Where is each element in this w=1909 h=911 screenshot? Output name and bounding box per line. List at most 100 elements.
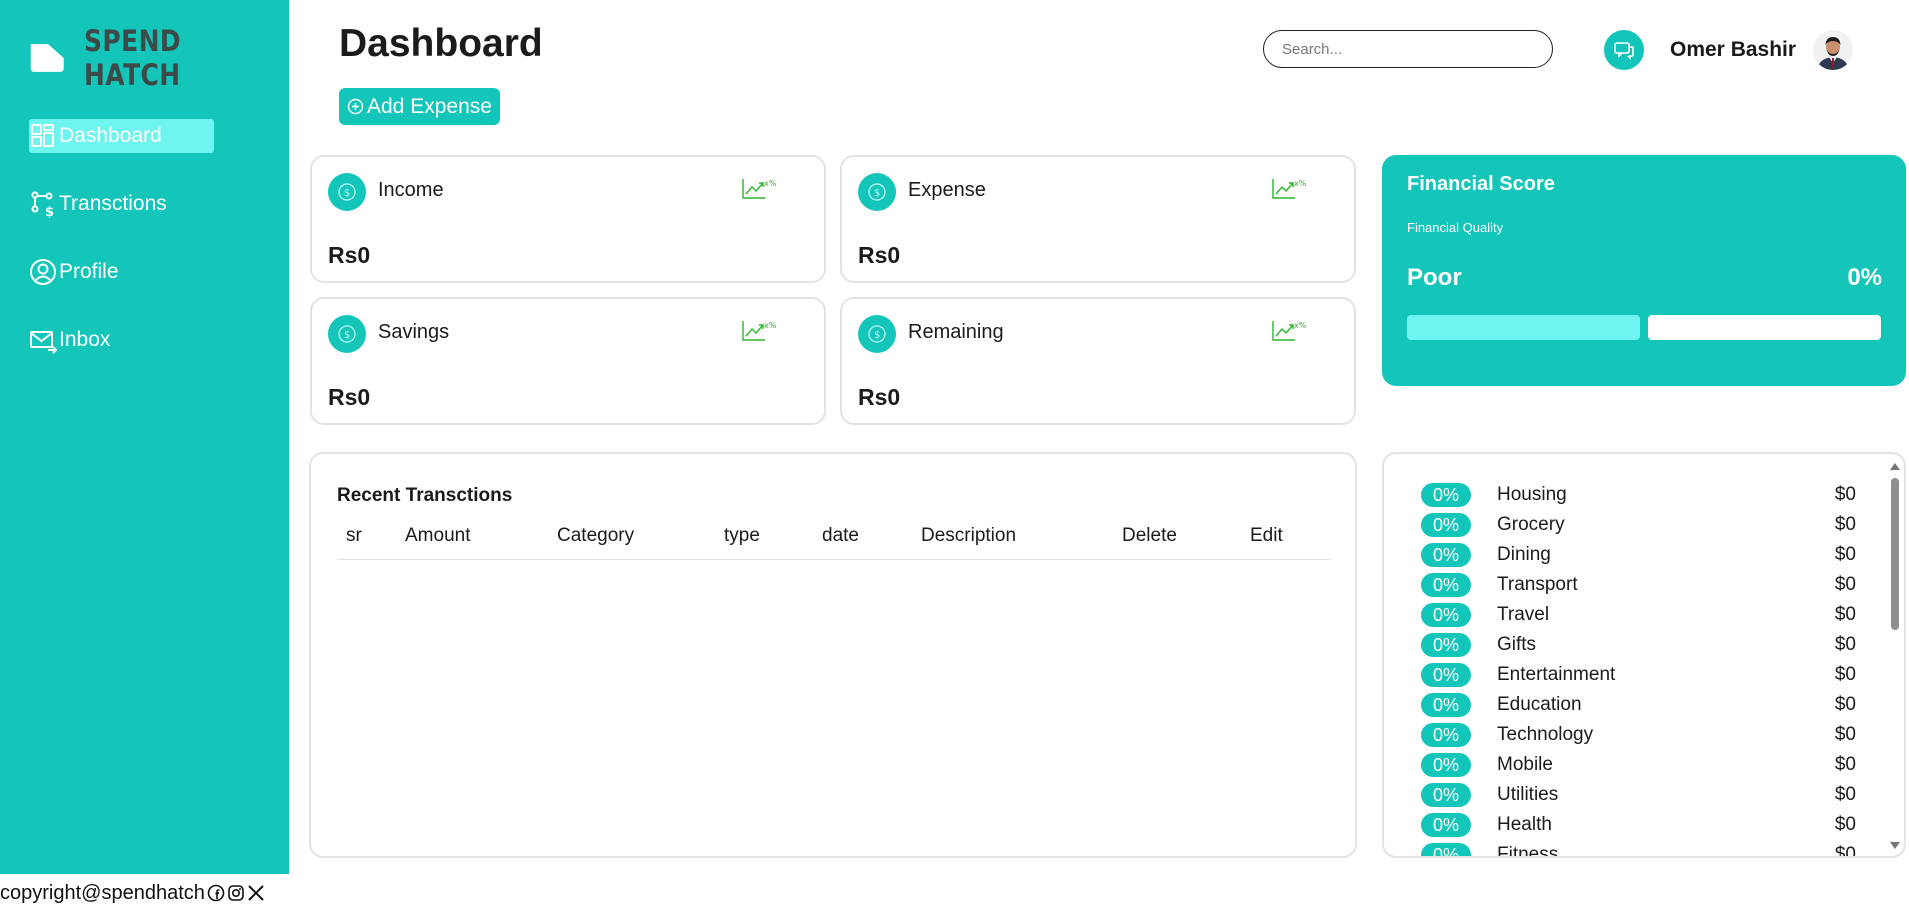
copyright-text: copyright@spendhatch (0, 881, 205, 904)
trend-label: x% (764, 179, 777, 188)
inbox-icon (30, 331, 57, 354)
svg-text:$: $ (344, 188, 350, 199)
expense-icon: $ (858, 173, 896, 211)
category-percent-badge: 0% (1421, 513, 1471, 537)
sidebar-item-label: Inbox (59, 328, 111, 351)
category-percent-badge: 0% (1421, 753, 1471, 777)
trending-up-icon: x% (1272, 321, 1307, 341)
category-row: 0% Grocery $0 (1421, 513, 1856, 537)
category-amount: $0 (1834, 574, 1856, 595)
category-name: Mobile (1497, 754, 1553, 775)
category-name: Education (1497, 694, 1582, 715)
category-amount: $0 (1834, 694, 1856, 715)
user-avatar-image (1813, 30, 1853, 70)
category-row: 0% Dining $0 (1421, 543, 1856, 567)
category-row: 0% Entertainment $0 (1421, 663, 1856, 687)
category-amount: $0 (1834, 814, 1856, 835)
trend-label: x% (1294, 321, 1307, 330)
card-value: Rs0 (858, 242, 901, 268)
scroll-up-arrow[interactable] (1890, 463, 1900, 470)
facebook-icon[interactable] (207, 884, 225, 902)
category-percent-badge: 0% (1421, 693, 1471, 717)
messages-button[interactable] (1604, 30, 1644, 70)
category-row: 0% Technology $0 (1421, 723, 1856, 747)
sidebar-item-inbox[interactable]: Inbox (29, 323, 214, 357)
category-name: Travel (1497, 604, 1550, 625)
category-amount: $0 (1834, 604, 1856, 625)
trend-label: x% (1294, 179, 1307, 188)
financial-score-card: Financial Score Financial Quality Poor 0… (1382, 155, 1906, 386)
savings-icon: $ (328, 315, 366, 353)
column-header-type: type (724, 525, 760, 546)
footer: copyright@spendhatch (0, 878, 265, 908)
category-amount: $0 (1834, 784, 1856, 805)
sidebar-item-profile[interactable]: Profile (29, 255, 214, 289)
column-header-category: Category (557, 525, 635, 546)
category-row: 0% Education $0 (1421, 693, 1856, 717)
column-header-amount: Amount (405, 525, 471, 546)
card-label: Savings (378, 321, 450, 343)
category-row: 0% Gifts $0 (1421, 633, 1856, 657)
category-row: 0% Fitness $0 (1421, 843, 1856, 858)
add-expense-button[interactable]: Add Expense (339, 88, 500, 125)
category-amount: $0 (1834, 664, 1856, 685)
category-breakdown-panel[interactable]: 0% Housing $0 0% Grocery $0 0% Dining $0… (1382, 452, 1906, 858)
plus-circle-icon (347, 98, 364, 115)
transactions-table-header: sr Amount Category type date Description… (337, 523, 1331, 560)
scroll-down-arrow[interactable] (1890, 842, 1900, 849)
search-input[interactable] (1263, 30, 1553, 68)
category-name: Housing (1497, 484, 1567, 505)
trend-label: x% (764, 321, 777, 330)
financial-quality-label: Financial Quality (1407, 220, 1504, 235)
category-name: Utilities (1497, 784, 1559, 805)
score-bar-segment (1648, 315, 1881, 340)
column-header-delete: Delete (1122, 525, 1177, 546)
column-header-edit: Edit (1250, 525, 1283, 546)
category-row: 0% Transport $0 (1421, 573, 1856, 597)
expense-card: $ Expense x% Rs0 (840, 155, 1356, 283)
category-amount: $0 (1834, 544, 1856, 565)
user-name: Omer Bashir (1670, 38, 1797, 61)
category-row: 0% Travel $0 (1421, 603, 1856, 627)
dashboard-icon (31, 124, 54, 147)
category-percent-badge: 0% (1421, 783, 1471, 807)
category-percent-badge: 0% (1421, 723, 1471, 747)
dollar-circle-icon: $ (868, 325, 886, 343)
category-scrollbar[interactable] (1888, 460, 1902, 852)
x-icon[interactable] (247, 884, 265, 902)
avatar[interactable] (1813, 30, 1853, 70)
chat-icon (1614, 42, 1634, 60)
category-amount: $0 (1834, 844, 1856, 858)
sidebar-item-label: Profile (59, 260, 119, 283)
income-card: $ Income x% Rs0 (310, 155, 826, 283)
category-percent-badge: 0% (1421, 843, 1471, 856)
svg-text:$: $ (45, 205, 54, 218)
category-name: Technology (1497, 724, 1594, 745)
financial-rating: Poor (1407, 264, 1462, 291)
dollar-circle-icon: $ (338, 183, 356, 201)
category-amount: $0 (1834, 484, 1856, 505)
brand-name: SPEND HATCH (84, 24, 182, 92)
category-amount: $0 (1834, 754, 1856, 775)
trending-up-icon: x% (1272, 179, 1307, 199)
brand[interactable]: SPEND HATCH (29, 24, 289, 92)
category-name: Transport (1497, 574, 1578, 595)
card-value: Rs0 (328, 242, 371, 268)
category-name: Grocery (1497, 514, 1565, 535)
instagram-icon[interactable] (227, 884, 245, 902)
sidebar-item-transactions[interactable]: $ Transctions (29, 187, 214, 221)
category-amount: $0 (1834, 634, 1856, 655)
column-header-description: Description (921, 525, 1017, 546)
card-label: Income (378, 179, 444, 201)
column-header-sr: sr (346, 525, 362, 546)
score-bar-segment (1407, 315, 1640, 340)
scrollbar-thumb[interactable] (1891, 478, 1899, 630)
dollar-circle-icon: $ (338, 325, 356, 343)
trending-up-icon: x% (742, 179, 777, 199)
card-label: Remaining (908, 321, 1004, 343)
remaining-card: $ Remaining x% Rs0 (840, 297, 1356, 425)
category-percent-badge: 0% (1421, 483, 1471, 507)
trending-up-icon: x% (742, 321, 777, 341)
sidebar-item-dashboard[interactable]: Dashboard (29, 119, 214, 153)
category-name: Fitness (1497, 844, 1559, 858)
